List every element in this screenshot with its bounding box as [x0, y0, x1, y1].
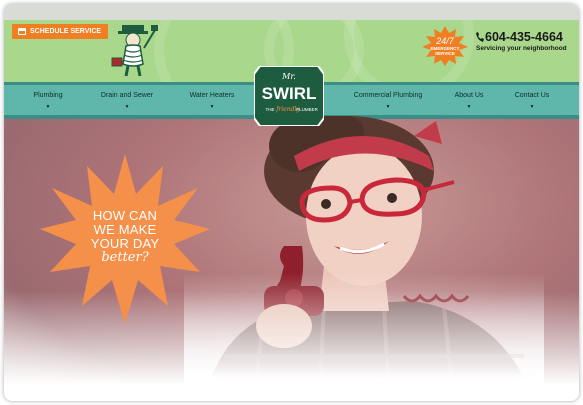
nav-item-label: Commercial Plumbing [353, 92, 423, 99]
nav-item-about-us[interactable]: About Us ▼ [450, 92, 488, 110]
badge-24-7: 24/7 [436, 35, 454, 46]
hero-line-1: HOW CAN [92, 208, 158, 223]
mr-swirl-logo[interactable]: Mr. SWIRL THE friendly PLUMBER [254, 66, 324, 126]
logo-name: SWIRL [262, 84, 317, 103]
down-arrow-icon: ▼ [45, 104, 51, 110]
phone-subtitle: Servicing your neighborhood [476, 45, 567, 52]
nav-item-label: Water Heaters [189, 92, 235, 99]
logo-prefix: Mr. [281, 72, 296, 81]
nav-item-label: Contact Us [514, 92, 550, 99]
hero-line-2: WE MAKE [93, 222, 157, 237]
nav-item-plumbing[interactable]: Plumbing ▼ [30, 92, 66, 110]
down-arrow-icon: ▼ [466, 104, 472, 110]
down-arrow-icon: ▼ [209, 104, 215, 110]
browser-frame: SCHEDULE SERVICE 24/7 EMERGENCY SERVICE [4, 4, 579, 401]
phone-icon [476, 32, 484, 42]
hero-woman-on-phone-photo [184, 116, 544, 401]
badge-service: SERVICE [435, 50, 455, 56]
mascot-plumber-illustration [111, 25, 158, 77]
phone-block[interactable]: 604-435-4664 Servicing your neighborhood [476, 30, 567, 52]
nav-item-label: About Us [454, 92, 484, 99]
calendar-icon [18, 28, 26, 35]
nav-item-contact-us[interactable]: Contact Us ▼ [512, 92, 552, 110]
down-arrow-icon: ▼ [385, 104, 391, 110]
nav-item-label: Plumbing [33, 92, 63, 99]
logo-tagline-plumber: PLUMBER [296, 107, 319, 112]
down-arrow-icon: ▼ [124, 104, 130, 110]
schedule-service-label: SCHEDULE SERVICE [30, 28, 102, 35]
nav-item-drain-and-sewer[interactable]: Drain and Sewer ▼ [92, 92, 162, 110]
phone-number[interactable]: 604-435-4664 [485, 30, 563, 44]
schedule-service-button[interactable]: SCHEDULE SERVICE [12, 24, 108, 39]
hero-line-4: better? [101, 250, 149, 265]
nav-item-label: Drain and Sewer [100, 92, 154, 99]
nav-item-commercial-plumbing[interactable]: Commercial Plumbing ▼ [348, 92, 428, 110]
emergency-badge-text: 24/7 EMERGENCY SERVICE [422, 26, 468, 66]
top-strip [4, 4, 579, 20]
logo-tagline-the: THE [266, 107, 275, 112]
hero-headline: HOW CAN WE MAKE YOUR DAY better? [75, 209, 175, 265]
nav-item-water-heaters[interactable]: Water Heaters ▼ [184, 92, 240, 110]
down-arrow-icon: ▼ [529, 104, 535, 110]
hero-line-3: YOUR DAY [90, 236, 160, 251]
